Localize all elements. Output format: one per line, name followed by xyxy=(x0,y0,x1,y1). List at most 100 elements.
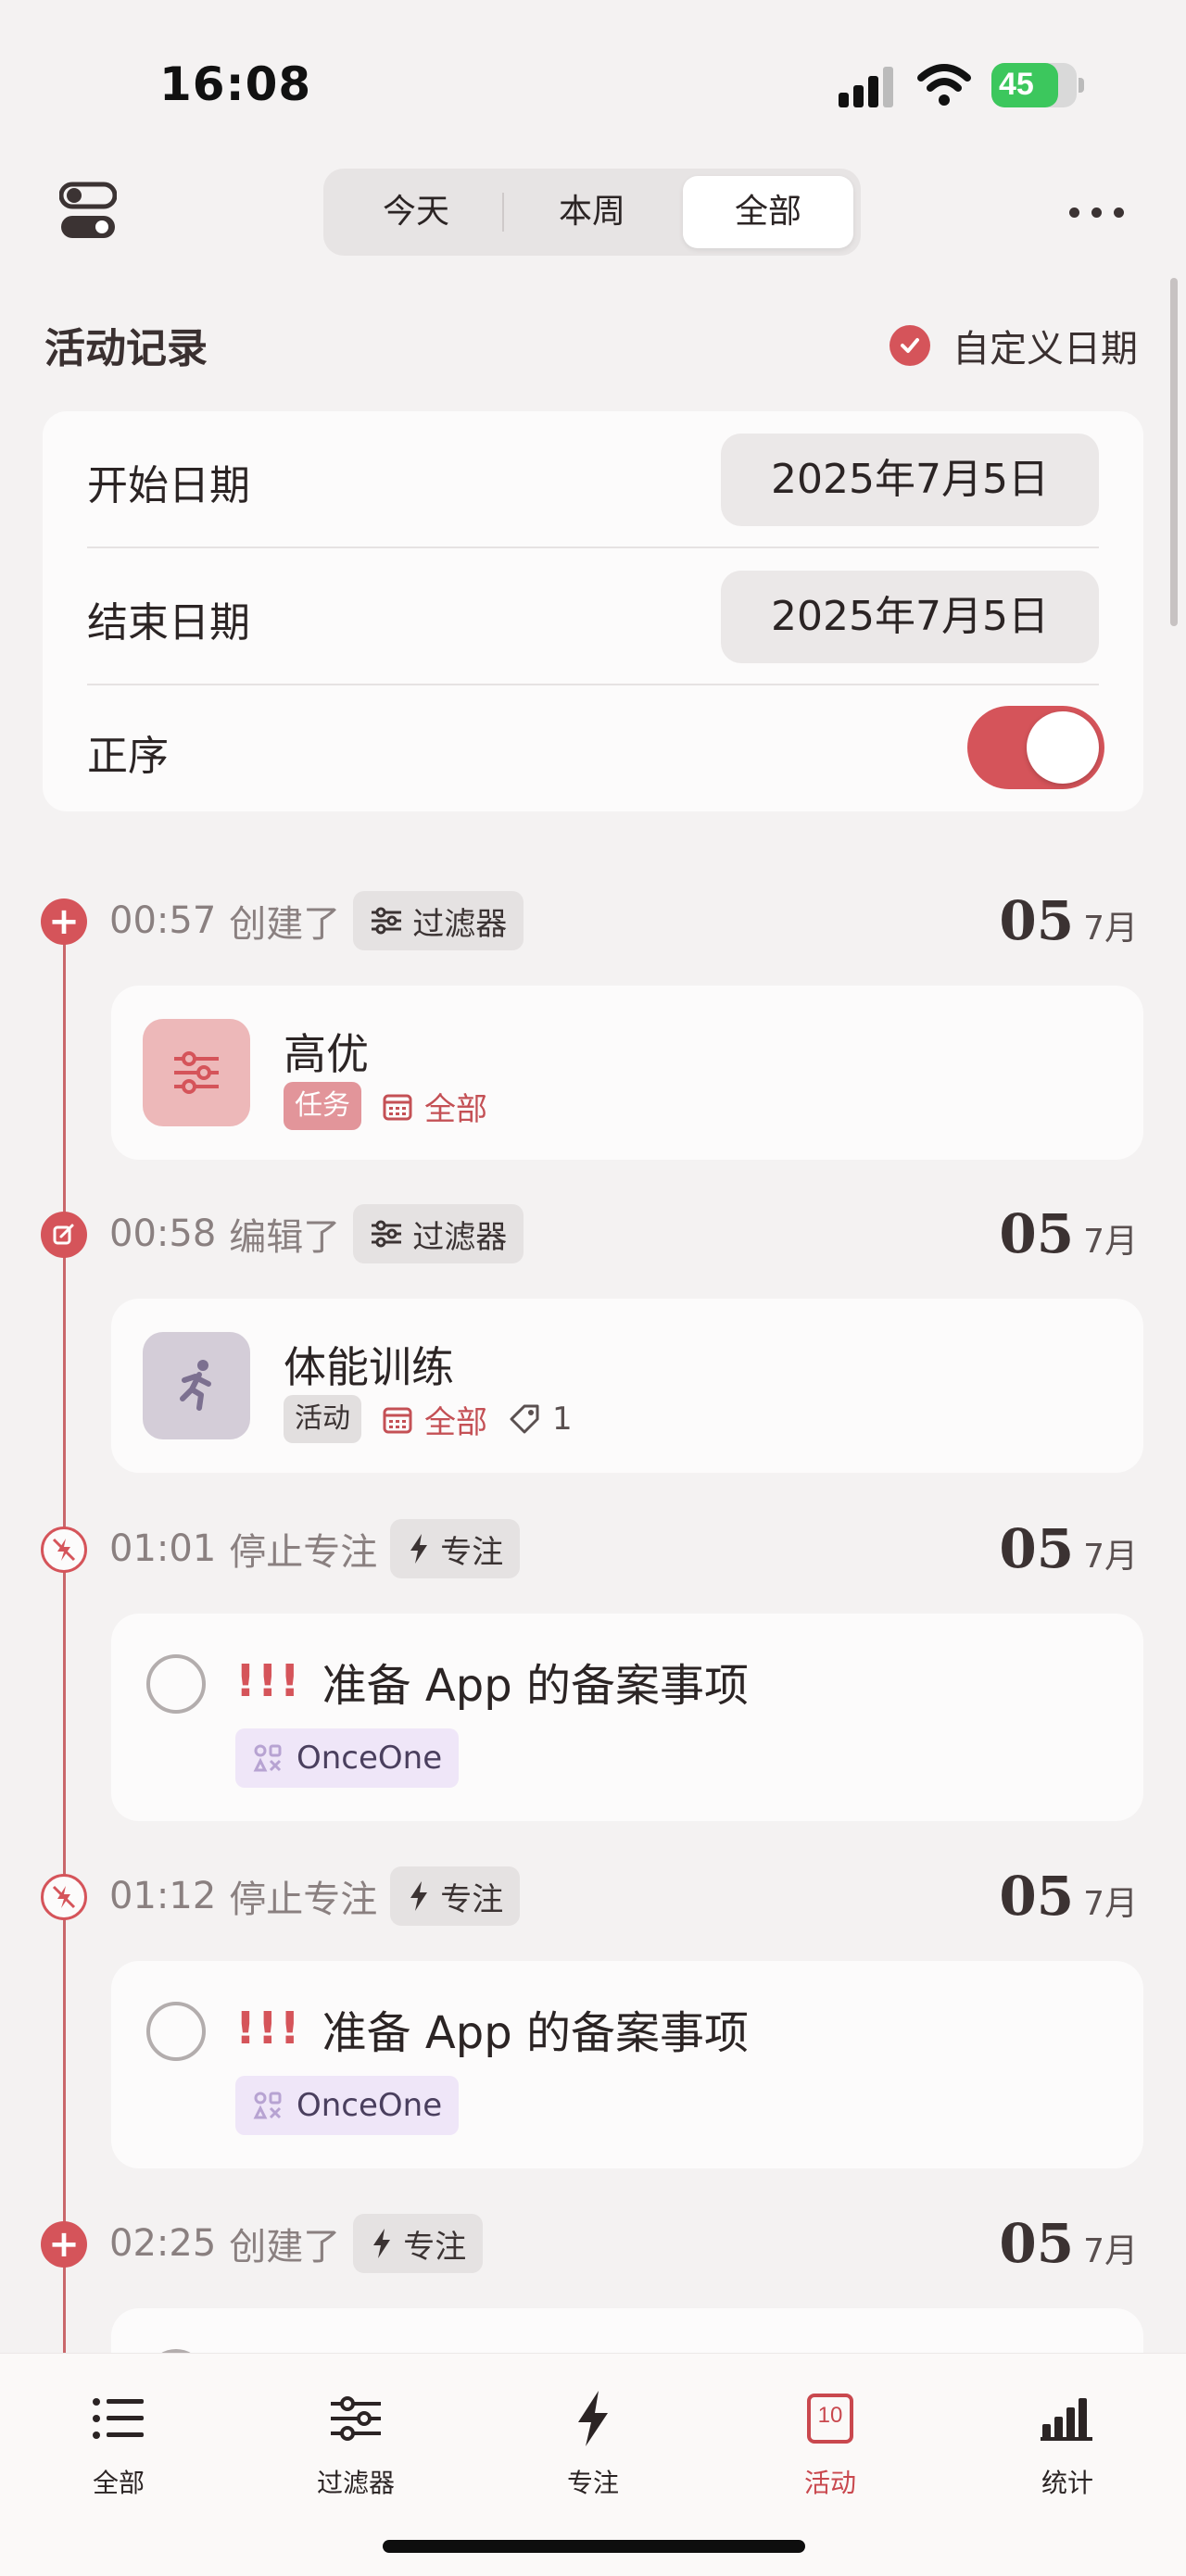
date-range-segmented-control[interactable]: 今天 本周 全部 xyxy=(323,169,861,256)
toggle-settings-icon[interactable] xyxy=(59,181,117,242)
event-action: 停止专注 xyxy=(229,1531,378,1574)
sort-order-switch[interactable] xyxy=(967,706,1104,789)
tab-label: 过滤器 xyxy=(316,2468,395,2498)
calendar-icon xyxy=(383,1094,412,1121)
sliders-icon xyxy=(372,907,402,935)
event-type-chip: 过滤器 xyxy=(353,891,524,950)
segment-today[interactable]: 今天 xyxy=(331,176,501,248)
scrollbar[interactable] xyxy=(1170,278,1178,626)
event-time: 00:57 xyxy=(109,899,217,942)
segment-all[interactable]: 全部 xyxy=(683,176,853,248)
event-month: 7月 xyxy=(1083,1538,1138,1576)
calendar-label: 全部 xyxy=(424,1403,487,1441)
filter-title: 高优 xyxy=(284,1029,369,1079)
task-card[interactable]: !!! 准备 App 的备案事项 OnceOne xyxy=(111,1961,1143,2168)
event-time: 00:58 xyxy=(109,1213,217,1255)
bolt-icon xyxy=(410,1881,428,1911)
tag-count: 1 xyxy=(552,1401,573,1438)
calendar-meta: 全部 xyxy=(382,1397,487,1442)
custom-date-label: 自定义日期 xyxy=(953,328,1138,371)
priority-marker: !!! xyxy=(235,2003,302,2055)
battery-level: 45 xyxy=(999,67,1034,102)
event-header: 01:01 停止专注 专注 xyxy=(109,1519,521,1578)
event-type-chip: 专注 xyxy=(390,1866,521,1926)
event-date: 05 7月 xyxy=(999,1202,1138,1265)
event-header: 00:57 创建了 过滤器 xyxy=(109,891,524,950)
event-action: 创建了 xyxy=(229,903,341,946)
calendar-day-number: 10 xyxy=(817,2403,843,2428)
more-options-button[interactable] xyxy=(1069,195,1127,228)
tab-filters[interactable]: 过滤器 xyxy=(282,2381,430,2500)
filter-title: 体能训练 xyxy=(284,1342,454,1392)
calendar-label: 全部 xyxy=(424,1090,487,1128)
tag-count-meta: 1 xyxy=(508,1401,573,1438)
event-chip-label: 过滤器 xyxy=(412,905,508,943)
custom-date-toggle[interactable]: 自定义日期 xyxy=(890,319,1138,372)
tab-label: 统计 xyxy=(1041,2468,1093,2498)
running-icon xyxy=(180,1360,211,1411)
sliders-icon xyxy=(331,2396,381,2441)
task-title: 准备 App 的备案事项 xyxy=(322,1660,749,1712)
task-card[interactable]: !!! 准备 App 的备案事项 OnceOne xyxy=(111,1614,1143,1821)
segment-this-week[interactable]: 本周 xyxy=(507,176,677,248)
event-action: 编辑了 xyxy=(229,1216,341,1259)
page-title: 活动记录 xyxy=(44,325,208,372)
tab-label: 活动 xyxy=(803,2468,856,2498)
event-month: 7月 xyxy=(1083,910,1138,948)
event-type-chip: 专注 xyxy=(353,2214,484,2273)
plus-icon: + xyxy=(41,898,87,945)
event-time: 01:01 xyxy=(109,1527,217,1570)
event-chip-label: 专注 xyxy=(440,1533,504,1571)
project-label: OnceOne xyxy=(296,1740,443,1777)
calendar-icon xyxy=(383,1407,412,1434)
event-day: 05 xyxy=(999,1517,1075,1580)
event-date: 05 7月 xyxy=(999,889,1138,952)
event-chip-label: 过滤器 xyxy=(412,1218,508,1256)
event-header: 00:58 编辑了 过滤器 xyxy=(109,1204,524,1263)
cellular-signal-icon xyxy=(839,67,896,107)
type-badge: 活动 xyxy=(284,1395,361,1443)
task-complete-checkbox[interactable] xyxy=(146,2002,206,2061)
project-chip[interactable]: OnceOne xyxy=(235,1728,460,1788)
filter-meta: 活动 全部 1 xyxy=(284,1395,573,1443)
activity-thumb xyxy=(143,1332,250,1439)
task-complete-checkbox[interactable] xyxy=(146,1654,206,1714)
start-date-picker[interactable]: 2025年7月5日 xyxy=(721,434,1099,526)
bolt-icon xyxy=(410,1534,428,1564)
tab-label: 全部 xyxy=(92,2468,145,2498)
project-label: OnceOne xyxy=(296,2087,443,2124)
checkmark-icon xyxy=(890,325,930,366)
end-date-label: 结束日期 xyxy=(87,599,250,647)
event-header: 01:12 停止专注 专注 xyxy=(109,1866,521,1926)
calendar-meta: 全部 xyxy=(382,1084,487,1129)
task-title: 准备 App 的备案事项 xyxy=(322,2007,749,2059)
end-date-picker[interactable]: 2025年7月5日 xyxy=(721,571,1099,663)
event-date: 05 7月 xyxy=(999,1865,1138,1928)
filter-card[interactable]: 高优 任务 全部 xyxy=(111,986,1143,1160)
task-title-row: !!! 准备 App 的备案事项 xyxy=(235,1649,749,1714)
home-indicator[interactable] xyxy=(383,2540,805,2553)
project-grid-icon xyxy=(253,2092,282,2119)
task-title-row: !!! 准备 App 的备案事项 xyxy=(235,1996,749,2061)
event-day: 05 xyxy=(999,1865,1075,1928)
event-action: 创建了 xyxy=(229,2226,341,2268)
filter-card[interactable]: 体能训练 活动 全部 1 xyxy=(111,1299,1143,1473)
tab-activity[interactable]: 10 活动 xyxy=(756,2381,904,2500)
event-chip-label: 专注 xyxy=(403,2228,467,2266)
date-settings-card: 开始日期 2025年7月5日 结束日期 2025年7月5日 正序 xyxy=(43,411,1143,811)
tab-all[interactable]: 全部 xyxy=(44,2381,193,2500)
project-chip[interactable]: OnceOne xyxy=(235,2076,460,2135)
tab-focus[interactable]: 专注 xyxy=(519,2381,667,2500)
bolt-icon xyxy=(578,2391,608,2446)
tab-stats[interactable]: 统计 xyxy=(993,2381,1142,2500)
sort-order-label: 正序 xyxy=(87,733,169,780)
event-month: 7月 xyxy=(1083,2232,1138,2270)
event-day: 05 xyxy=(999,2212,1075,2275)
event-time: 01:12 xyxy=(109,1875,217,1917)
filter-meta: 任务 全部 xyxy=(284,1082,487,1130)
tab-label: 专注 xyxy=(566,2468,619,2498)
project-grid-icon xyxy=(253,1744,282,1772)
start-date-label: 开始日期 xyxy=(87,462,250,509)
event-type-chip: 专注 xyxy=(390,1519,521,1578)
calendar-day-icon: 10 xyxy=(807,2394,853,2444)
